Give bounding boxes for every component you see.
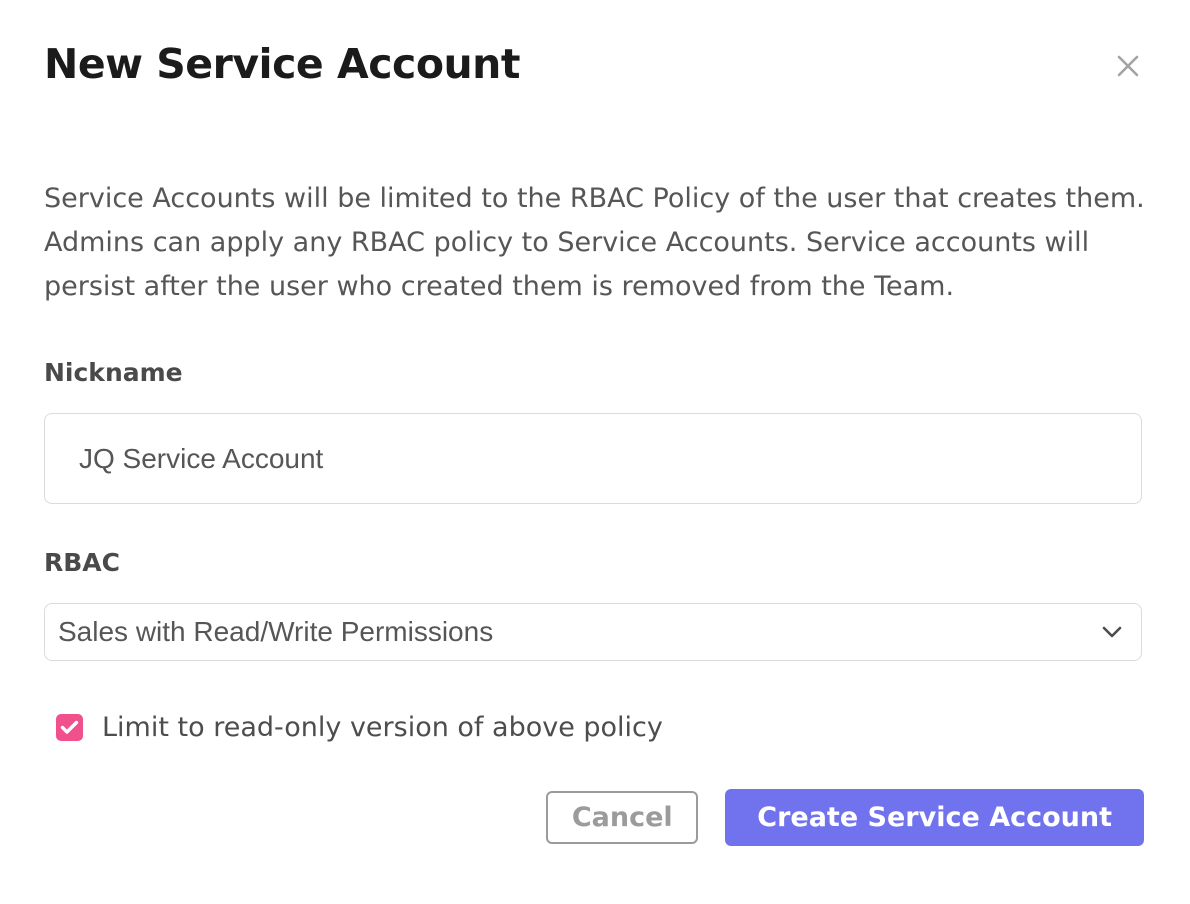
create-service-account-button[interactable]: Create Service Account — [725, 789, 1144, 846]
rbac-select[interactable]: Sales with Read/Write Permissions — [44, 603, 1142, 661]
new-service-account-modal: New Service Account Service Accounts wil… — [0, 0, 1190, 904]
modal-header: New Service Account — [44, 40, 1146, 89]
nickname-input[interactable] — [44, 413, 1142, 504]
chevron-down-icon — [1101, 625, 1123, 639]
rbac-selected-value: Sales with Read/Write Permissions — [58, 616, 493, 648]
modal-description: Service Accounts will be limited to the … — [44, 177, 1146, 309]
modal-footer: Cancel Create Service Account — [44, 789, 1146, 846]
rbac-label: RBAC — [44, 548, 1146, 577]
readonly-checkbox[interactable] — [56, 714, 83, 741]
page-title: New Service Account — [44, 40, 1146, 89]
checkmark-icon — [60, 720, 79, 735]
cancel-button[interactable]: Cancel — [546, 791, 698, 844]
readonly-checkbox-label: Limit to read-only version of above poli… — [102, 712, 663, 743]
readonly-checkbox-row[interactable]: Limit to read-only version of above poli… — [56, 712, 663, 743]
close-icon[interactable] — [1110, 48, 1146, 84]
nickname-label: Nickname — [44, 358, 1146, 387]
x-icon — [1113, 51, 1143, 81]
